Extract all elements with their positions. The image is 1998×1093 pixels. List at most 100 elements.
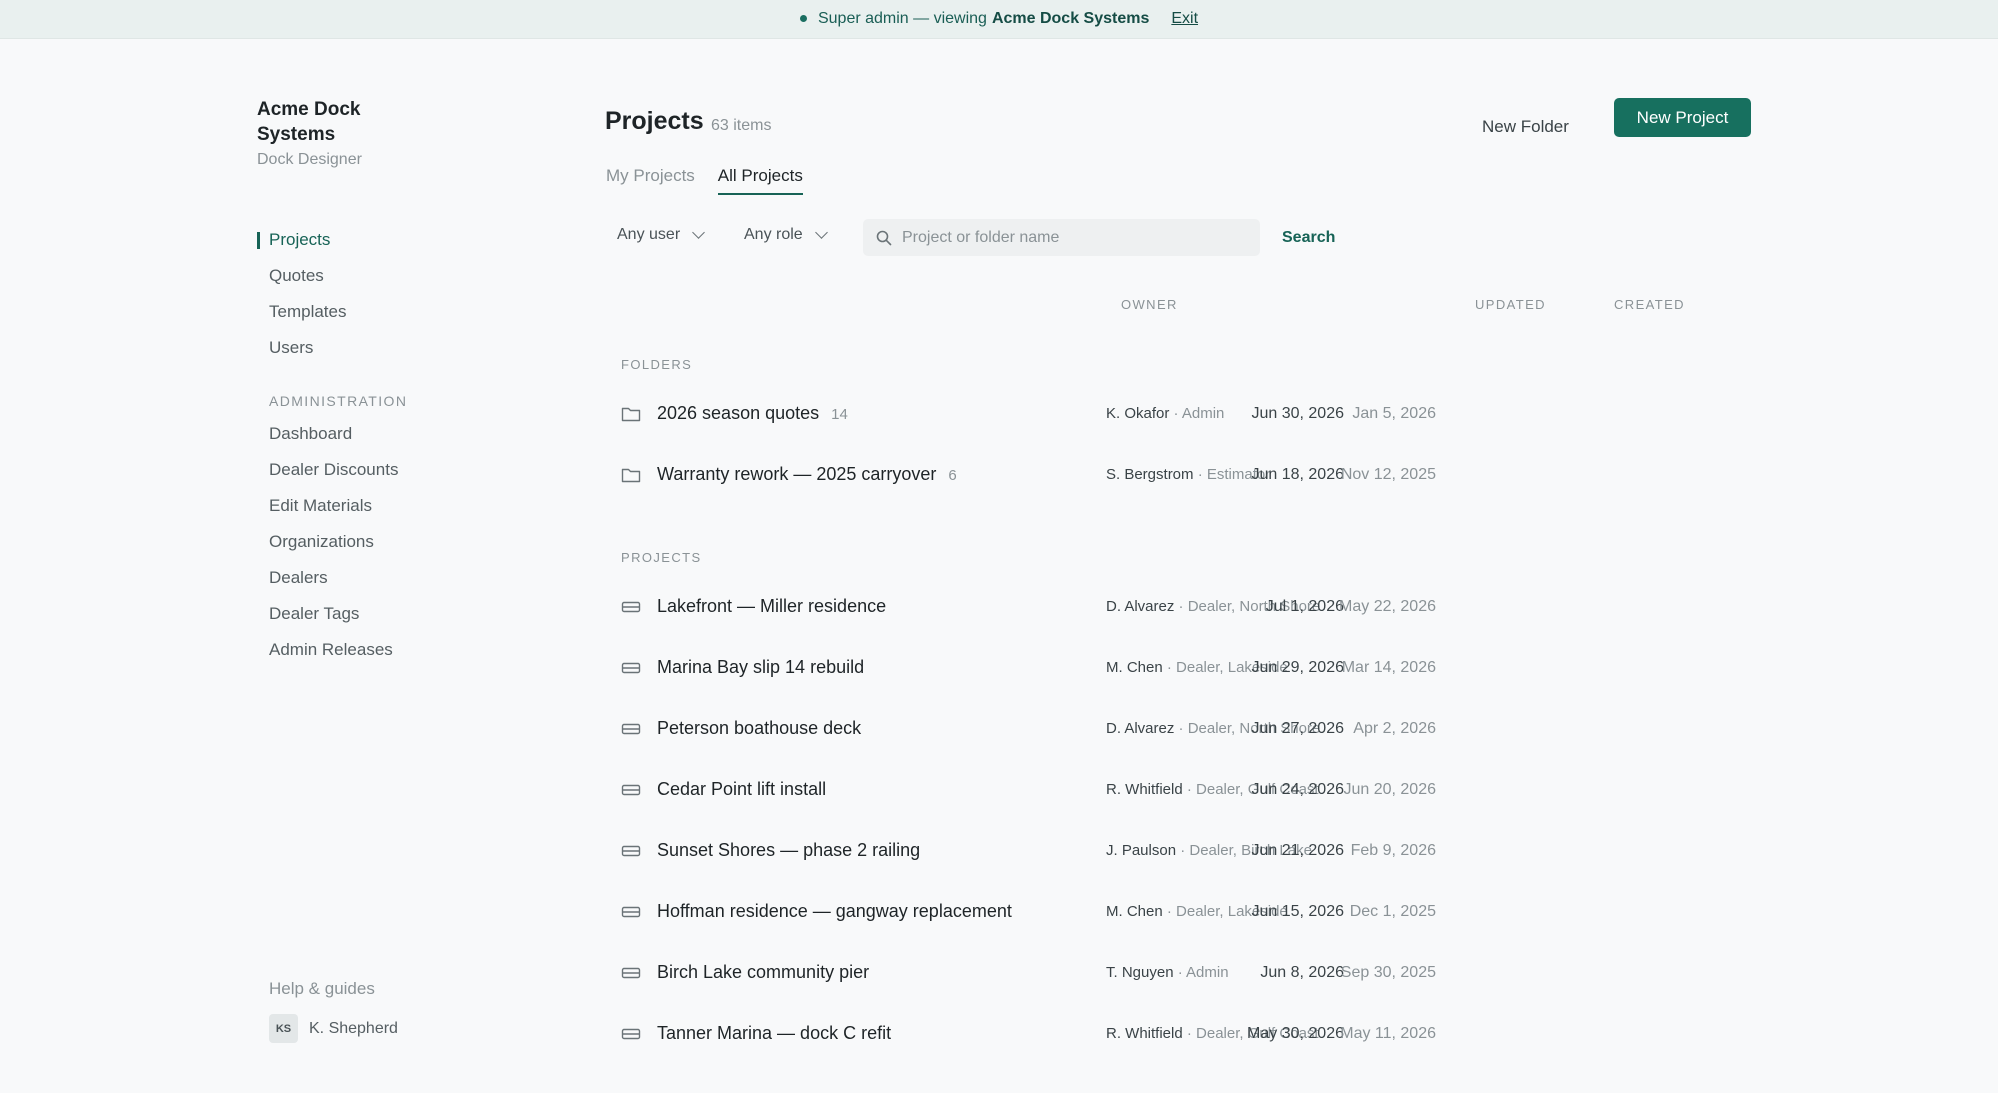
column-header-created[interactable]: CREATED [1614, 297, 1685, 312]
search-input[interactable] [902, 228, 1242, 247]
sidebar-item-edit-materials[interactable]: Edit Materials [257, 488, 507, 524]
tab-all-projects[interactable]: All Projects [717, 166, 803, 195]
project-name: Cedar Point lift install [657, 779, 827, 799]
chevron-down-icon [692, 226, 706, 239]
item-count: 63 items [711, 117, 772, 134]
project-icon [621, 1028, 641, 1040]
folder-row[interactable]: 2026 season quotes 14 K. Okafor · Admin J… [605, 389, 1735, 439]
project-row[interactable]: Birch Lake community pier T. Nguyen · Ad… [605, 948, 1735, 998]
created-cell: Feb 9, 2026 [1350, 842, 1436, 859]
updated-cell: Jun 24, 2026 [1251, 781, 1344, 798]
project-name: Birch Lake community pier [657, 962, 870, 982]
folder-row[interactable]: Warranty rework — 2025 carryover 6 S. Ber… [605, 450, 1735, 500]
new-folder-button[interactable]: New Folder [1482, 109, 1569, 145]
sidebar-item-dashboard[interactable]: Dashboard [257, 416, 507, 452]
folder-item-count: 6 [948, 467, 957, 484]
updated-cell: Jun 18, 2026 [1251, 466, 1344, 483]
column-header-updated[interactable]: UPDATED [1475, 297, 1546, 312]
updated-cell: Jun 30, 2026 [1251, 405, 1344, 422]
project-name: Hoffman residence — gangway replacement [657, 901, 1012, 921]
created-cell: Sep 30, 2025 [1340, 964, 1436, 981]
project-row[interactable]: Cedar Point lift install R. Whitfield · … [605, 765, 1735, 815]
project-icon [621, 906, 641, 918]
project-row[interactable]: Hoffman residence — gangway replacement … [605, 887, 1735, 937]
search-button[interactable]: Search [1282, 219, 1335, 256]
chevron-down-icon [814, 226, 828, 239]
projects-section-label: PROJECTS [621, 550, 702, 565]
owner-cell: T. Nguyen · Admin [1106, 964, 1229, 981]
created-cell: Apr 2, 2026 [1353, 720, 1436, 737]
project-icon [621, 845, 641, 857]
project-row[interactable]: Lakefront — Miller residence D. Alvarez … [605, 582, 1735, 632]
updated-cell: Jun 15, 2026 [1251, 903, 1344, 920]
project-icon [621, 784, 641, 796]
created-cell: Jan 5, 2026 [1352, 405, 1436, 422]
folder-icon [621, 468, 641, 483]
role-filter-dropdown[interactable]: Any role [744, 217, 828, 253]
created-cell: Jun 20, 2026 [1343, 781, 1436, 798]
folders-section-label: FOLDERS [621, 357, 693, 372]
updated-cell: Jun 27, 2026 [1251, 720, 1344, 737]
project-name: Peterson boathouse deck [657, 718, 862, 738]
updated-cell: Jul 1, 2026 [1265, 598, 1344, 615]
created-cell: Dec 1, 2025 [1349, 903, 1436, 920]
sidebar-item-dealer-tags[interactable]: Dealer Tags [257, 596, 507, 632]
created-cell: May 22, 2026 [1339, 598, 1436, 615]
created-cell: Nov 12, 2025 [1340, 466, 1436, 483]
new-project-button[interactable]: New Project [1614, 98, 1751, 137]
created-cell: Mar 14, 2026 [1341, 659, 1436, 676]
folder-name: 2026 season quotes 14 [657, 403, 848, 423]
updated-cell: Jun 21, 2026 [1251, 842, 1344, 859]
owner-cell: S. Bergstrom · Estimator [1106, 466, 1271, 483]
help-guides-link[interactable]: Help & guides [269, 979, 375, 999]
created-cell: May 11, 2026 [1340, 1025, 1436, 1042]
project-name: Tanner Marina — dock C refit [657, 1023, 892, 1043]
sidebar-section-administration: ADMINISTRATION [269, 393, 408, 409]
project-row[interactable]: Marina Bay slip 14 rebuild M. Chen · Dea… [605, 643, 1735, 693]
project-icon [621, 723, 641, 735]
user-menu[interactable]: KS K. Shepherd [269, 1014, 398, 1043]
page-title: Projects [605, 107, 704, 135]
sidebar-item-admin-releases[interactable]: Admin Releases [257, 632, 507, 668]
project-row[interactable]: Tanner Marina — dock C refit R. Whitfiel… [605, 1009, 1735, 1059]
folder-name: Warranty rework — 2025 carryover 6 [657, 464, 957, 484]
sidebar-item-organizations[interactable]: Organizations [257, 524, 507, 560]
role-filter-value: Any role [744, 226, 803, 243]
updated-cell: Jun 29, 2026 [1251, 659, 1344, 676]
updated-cell: Jun 8, 2026 [1260, 964, 1344, 981]
sidebar-item-templates[interactable]: Templates [257, 294, 507, 330]
updated-cell: May 30, 2026 [1247, 1025, 1344, 1042]
sidebar-item-projects[interactable]: Projects [257, 222, 507, 258]
banner-text: Super admin — viewing [817, 10, 987, 27]
avatar: KS [269, 1014, 298, 1043]
folder-icon [621, 407, 641, 422]
tab-my-projects[interactable]: My Projects [606, 166, 695, 195]
main-content: Projects 63 items New Folder New Project… [605, 39, 1755, 1093]
org-name-line2: Systems [257, 124, 336, 145]
project-tabs: My Projects All Projects [606, 166, 826, 195]
sidebar-item-users[interactable]: Users [257, 330, 507, 366]
sidebar-item-dealer-discounts[interactable]: Dealer Discounts [257, 452, 507, 488]
search-box [863, 219, 1260, 256]
user-filter-value: Any user [617, 226, 681, 243]
project-name: Sunset Shores — phase 2 railing [657, 840, 921, 860]
search-icon [876, 230, 892, 245]
sidebar-nav: Projects Quotes Templates Users ADMINIST… [257, 222, 507, 668]
product-name: Dock Designer [257, 151, 362, 168]
project-icon [621, 601, 641, 613]
project-row[interactable]: Peterson boathouse deck D. Alvarez · Dea… [605, 704, 1735, 754]
project-row[interactable]: Sunset Shores — phase 2 railing J. Pauls… [605, 826, 1735, 876]
column-header-owner[interactable]: OWNER [1121, 297, 1178, 312]
sidebar-item-quotes[interactable]: Quotes [257, 258, 507, 294]
org-name-line1: Acme Dock [257, 99, 361, 120]
status-dot-icon [799, 15, 807, 22]
sidebar-item-dealers[interactable]: Dealers [257, 560, 507, 596]
brand: Acme Dock Systems Dock Designer [257, 97, 417, 169]
exit-link[interactable]: Exit [1171, 10, 1198, 28]
user-filter-dropdown[interactable]: Any user [617, 217, 706, 253]
org-name: Acme Dock Systems [257, 97, 417, 147]
folder-item-count: 14 [831, 406, 848, 423]
super-admin-banner: Super admin — viewing Acme Dock Systems … [0, 0, 1998, 39]
project-name: Lakefront — Miller residence [657, 596, 887, 616]
project-icon [621, 967, 641, 979]
